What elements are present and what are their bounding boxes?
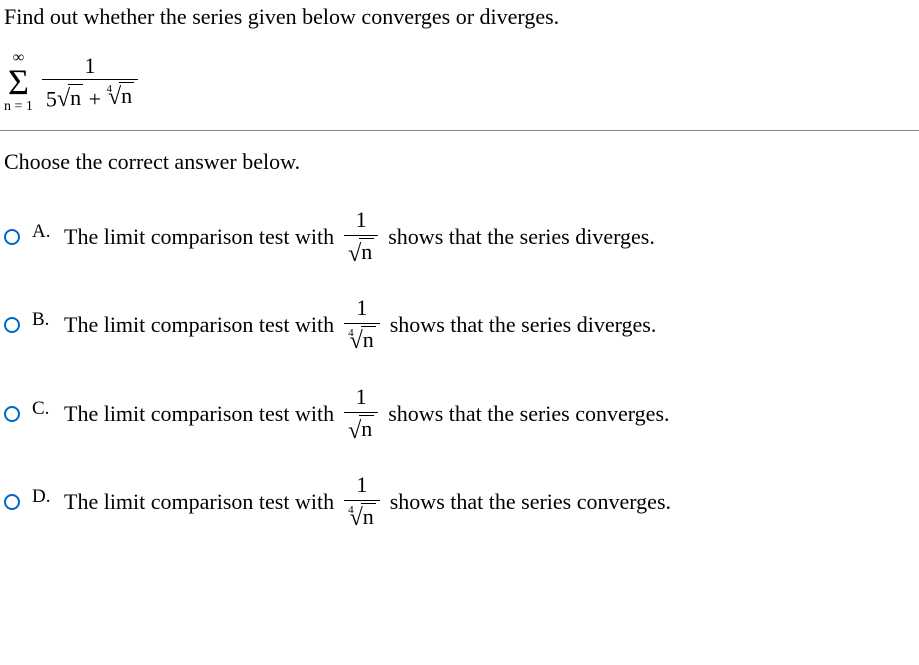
option-a[interactable]: A. The limit comparison test with 1 √n s… xyxy=(0,193,919,280)
radio-d[interactable] xyxy=(4,494,20,510)
series-formula: ∞ Σ n = 1 1 5√n + 4√n xyxy=(0,38,919,130)
summation-symbol: ∞ Σ n = 1 xyxy=(4,50,33,114)
option-a-label: A. xyxy=(32,207,56,243)
option-c-text: The limit comparison test with 1 √n show… xyxy=(64,384,670,443)
radio-b[interactable] xyxy=(4,317,20,333)
radio-a[interactable] xyxy=(4,229,20,245)
option-b-text: The limit comparison test with 1 4√n sho… xyxy=(64,295,656,356)
option-c-label: C. xyxy=(32,384,56,420)
option-d[interactable]: D. The limit comparison test with 1 4√n … xyxy=(0,458,919,547)
question-prompt: Find out whether the series given below … xyxy=(0,0,919,38)
option-d-label: D. xyxy=(32,472,56,508)
choose-prompt: Choose the correct answer below. xyxy=(0,131,919,193)
option-b[interactable]: B. The limit comparison test with 1 4√n … xyxy=(0,281,919,370)
option-a-text: The limit comparison test with 1 √n show… xyxy=(64,207,655,266)
option-b-label: B. xyxy=(32,295,56,331)
series-fraction: 1 5√n + 4√n xyxy=(42,53,138,112)
option-d-text: The limit comparison test with 1 4√n sho… xyxy=(64,472,671,533)
radio-c[interactable] xyxy=(4,406,20,422)
option-c[interactable]: C. The limit comparison test with 1 √n s… xyxy=(0,370,919,457)
